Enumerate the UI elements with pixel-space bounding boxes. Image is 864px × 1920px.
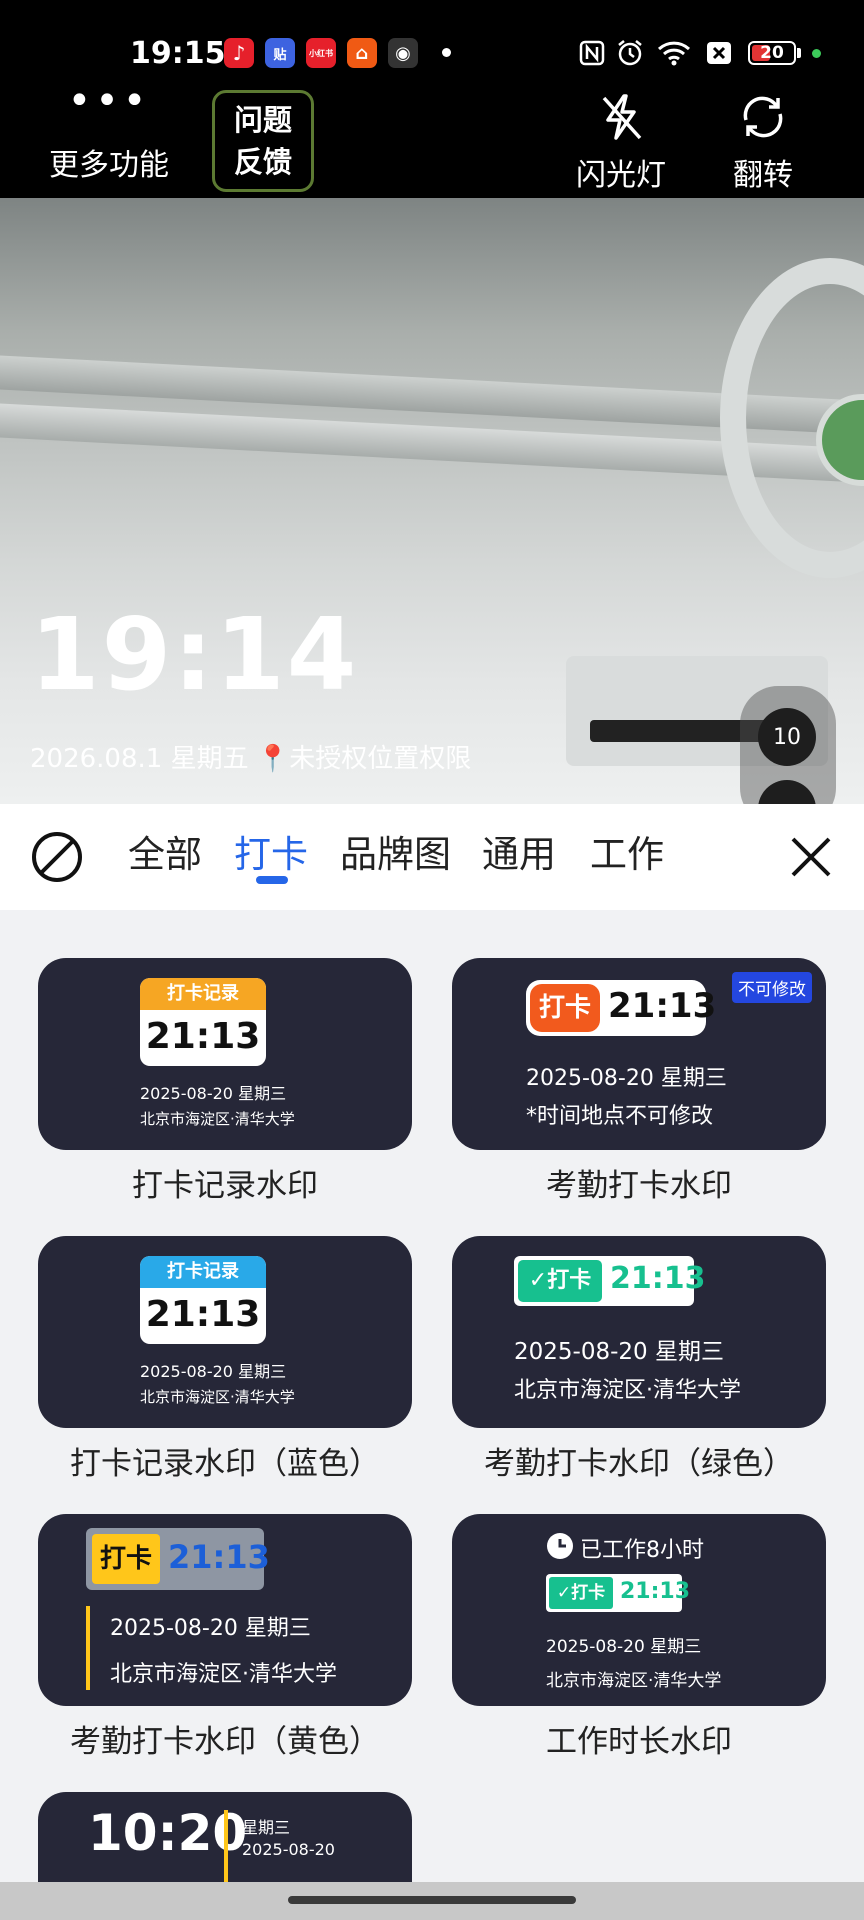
checkin-time: 21:13 <box>168 1538 270 1576</box>
watermark-card-work-hours[interactable]: 已工作8小时 ✓打卡 21:13 2025-08-20 星期三 北京市海淀区·清… <box>452 1514 826 1706</box>
uneditable-tag: 不可修改 <box>732 972 812 1003</box>
card-caption: 工作时长水印 <box>546 1724 732 1760</box>
tab-checkin[interactable]: 打卡 <box>234 824 308 878</box>
record-time: 21:13 <box>145 1016 261 1057</box>
yellow-accent-bar <box>224 1810 228 1882</box>
xiaohongshu-app-icon: 小红书 <box>306 38 336 68</box>
flip-label: 翻转 <box>733 158 793 193</box>
check-icon: ✓ <box>528 1268 548 1293</box>
card-date: 2025-08-20 星期三 <box>514 1339 724 1365</box>
more-features-button[interactable]: ••• 更多功能 <box>44 78 174 184</box>
card-place: 北京市海淀区·清华大学 <box>546 1671 722 1691</box>
record-time: 21:13 <box>145 1294 261 1335</box>
sim-disabled-icon <box>704 40 734 66</box>
worked-hours: 已工作8小时 <box>580 1538 704 1563</box>
feedback-line1: 问题 <box>233 103 292 137</box>
checkin-time: 21:13 <box>620 1579 691 1604</box>
tab-work[interactable]: 工作 <box>590 824 664 878</box>
watermark-card-attendance-green[interactable]: ✓打卡 21:13 2025-08-20 星期三 北京市海淀区·清华大学 <box>452 1236 826 1428</box>
more-dots-icon: ••• <box>67 78 151 124</box>
card-date: 2025-08-20 星期三 <box>526 1066 727 1091</box>
card-weekday: 星期三 <box>242 1818 291 1837</box>
watermark-category-tabs: 全部 打卡 品牌图 通用 工作 <box>0 804 864 910</box>
checkin-pill: ✓打卡 21:13 <box>514 1256 706 1306</box>
flash-label: 闪光灯 <box>576 158 666 193</box>
battery-icon: 20 <box>748 41 796 65</box>
sticker-app-icon: 贴 <box>265 38 295 68</box>
clock-icon <box>546 1532 574 1564</box>
card-caption: 考勤打卡水印（绿色） <box>484 1446 794 1482</box>
card-place: 北京市海淀区·清华大学 <box>514 1378 741 1403</box>
battery-cap <box>797 48 801 58</box>
checkin-time: 21:13 <box>608 986 717 1026</box>
card-date: 2025-08-20 星期三 <box>546 1637 702 1657</box>
card-date: 2025-08-20 星期三 <box>140 1084 287 1103</box>
watermark-card-time[interactable]: 10:20 星期三 2025-08-20 <box>38 1792 412 1882</box>
more-features-label: 更多功能 <box>49 148 169 183</box>
checkin-pill: 打卡 21:13 <box>86 1528 270 1590</box>
watermark-date: 2026.08.1 星期五 📍未授权位置权限 <box>30 744 472 774</box>
flash-button[interactable]: 闪光灯 <box>566 90 676 194</box>
card-place: 北京市海淀区·清华大学 <box>140 1388 295 1406</box>
watermark-card-checkin-record-blue[interactable]: 打卡记录 21:13 2025-08-20 星期三 北京市海淀区·清华大学 <box>38 1236 412 1428</box>
home-indicator[interactable] <box>288 1896 576 1904</box>
feedback-button[interactable]: 问题 反馈 <box>212 90 314 192</box>
no-watermark-icon[interactable] <box>30 830 84 884</box>
tab-all[interactable]: 全部 <box>128 824 202 878</box>
checkin-time: 21:13 <box>610 1261 706 1296</box>
charging-dot <box>812 49 821 58</box>
flash-off-icon <box>566 90 676 144</box>
flip-icon <box>708 90 818 144</box>
status-time: 19:15 <box>130 36 226 71</box>
watermark-card-checkin-record[interactable]: 打卡记录 21:13 2025-08-20 星期三 北京市海淀区·清华大学 <box>38 958 412 1150</box>
checkin-badge: ✓打卡 <box>549 1577 613 1609</box>
checkin-badge: 打卡 <box>530 984 600 1032</box>
watermark-card-attendance[interactable]: 不可修改 打卡 21:13 2025-08-20 星期三 *时间地点不可修改 <box>452 958 826 1150</box>
record-box: 打卡记录 21:13 <box>140 978 266 1066</box>
music-app-icon: ♪ <box>224 38 254 68</box>
checkin-badge-label: 打卡 <box>571 1583 606 1603</box>
photo-count-badge[interactable]: 10 <box>758 708 816 766</box>
card-place: 北京市海淀区·清华大学 <box>140 1110 295 1128</box>
card-date: 2025-08-20 <box>242 1840 335 1859</box>
watermark-time: 19:14 <box>30 596 359 713</box>
check-icon: ✓ <box>556 1583 572 1603</box>
checkin-badge: ✓打卡 <box>518 1260 602 1302</box>
wifi-icon <box>656 40 692 66</box>
flip-camera-button[interactable]: 翻转 <box>708 90 818 194</box>
checkin-badge: 打卡 <box>92 1534 160 1584</box>
camera-viewfinder[interactable]: 10 19:14 2026.08.1 星期五 📍未授权位置权限 <box>0 198 864 804</box>
feedback-line2: 反馈 <box>233 145 292 179</box>
card-place: 北京市海淀区·清华大学 <box>110 1662 337 1687</box>
checkin-badge-label: 打卡 <box>547 1268 592 1293</box>
card-caption: 打卡记录水印（蓝色） <box>70 1446 380 1482</box>
active-tab-indicator <box>256 876 288 884</box>
tab-general[interactable]: 通用 <box>482 824 556 878</box>
watermark-card-attendance-yellow[interactable]: 打卡 21:13 2025-08-20 星期三 北京市海淀区·清华大学 <box>38 1514 412 1706</box>
record-header: 打卡记录 <box>140 978 266 1010</box>
top-bar: 19:15 ♪ 贴 小红书 ⌂ ◉ 20 ••• 更多功能 问题 反馈 闪光灯 <box>0 0 864 198</box>
card-caption: 考勤打卡水印 <box>546 1168 732 1204</box>
card-date: 2025-08-20 星期三 <box>140 1362 287 1381</box>
checkin-pill: ✓打卡 21:13 <box>546 1574 690 1612</box>
yellow-accent-bar <box>86 1606 90 1690</box>
nfc-icon <box>578 40 606 66</box>
battery-level: 20 <box>760 43 784 63</box>
card-caption: 考勤打卡水印（黄色） <box>70 1724 380 1760</box>
card-note: *时间地点不可修改 <box>526 1104 714 1129</box>
camera-app-icon: ◉ <box>388 38 418 68</box>
record-header: 打卡记录 <box>140 1256 266 1288</box>
tab-brand[interactable]: 品牌图 <box>340 824 451 878</box>
store-app-icon: ⌂ <box>347 38 377 68</box>
alarm-icon <box>616 40 644 66</box>
card-caption: 打卡记录水印 <box>132 1168 318 1204</box>
close-icon[interactable] <box>788 834 834 880</box>
record-box: 打卡记录 21:13 <box>140 1256 266 1344</box>
checkin-pill: 打卡 21:13 <box>526 980 716 1036</box>
card-date: 2025-08-20 星期三 <box>110 1616 311 1641</box>
more-notifications-dot <box>442 48 451 57</box>
